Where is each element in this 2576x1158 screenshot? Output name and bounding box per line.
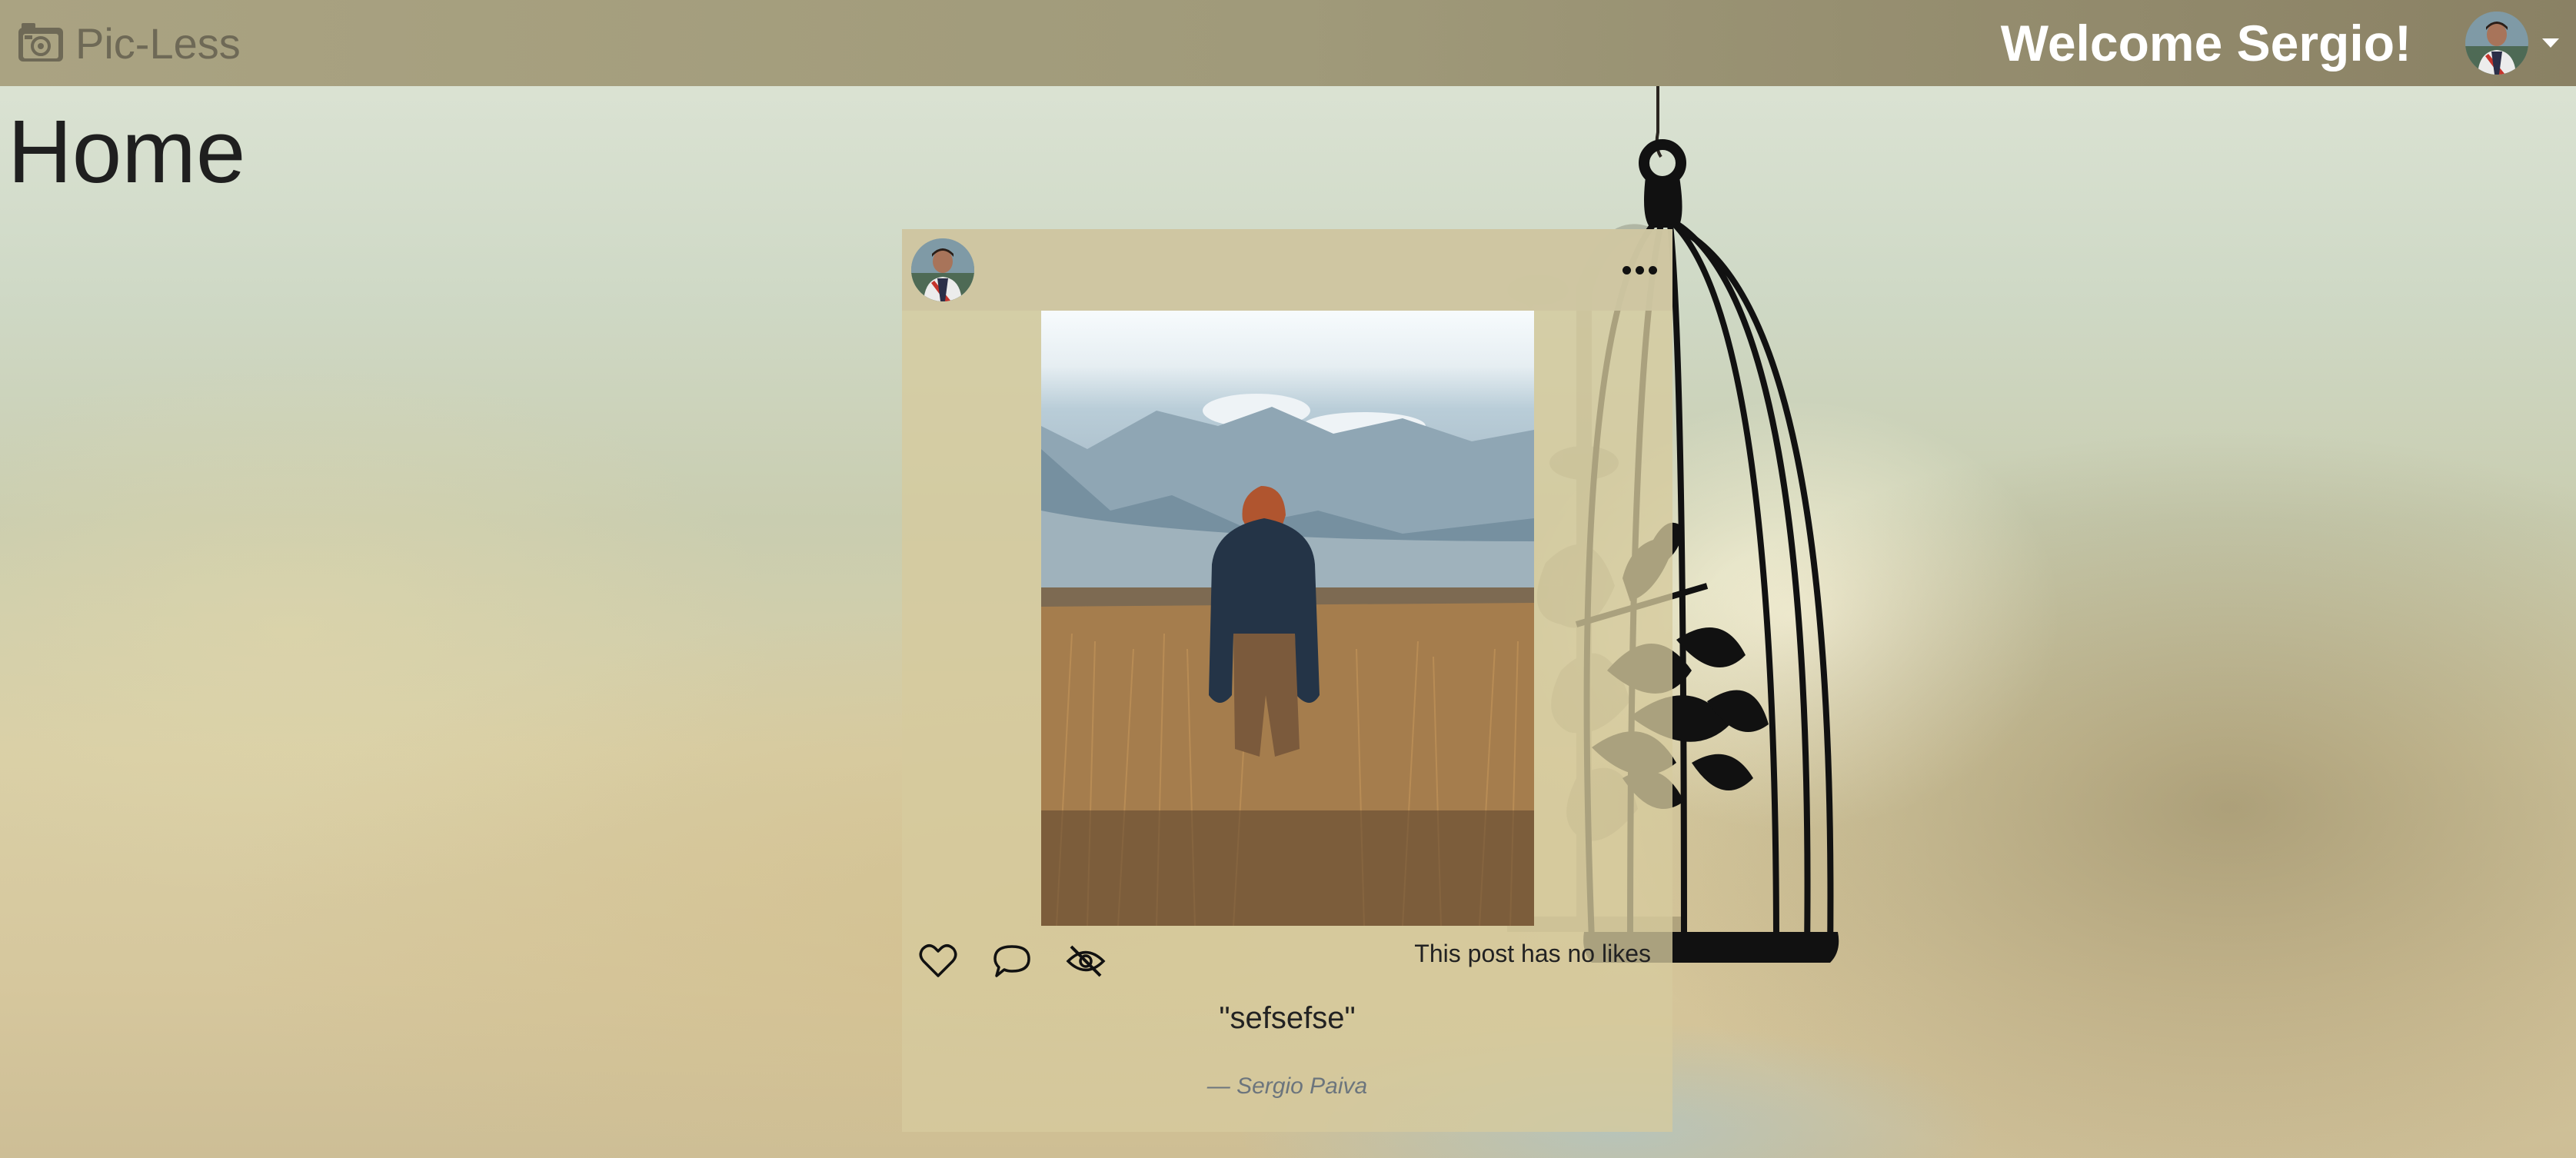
heart-icon[interactable] — [917, 940, 959, 982]
navbar: Pic-Less Welcome Sergio! — [0, 0, 2576, 86]
post-author: — Sergio Paiva — [1206, 1073, 1368, 1099]
post-card: This post has no likes "sefsefse" — Serg… — [902, 229, 1672, 1132]
post-author-avatar[interactable] — [911, 238, 974, 301]
more-horizontal-icon[interactable] — [1622, 265, 1657, 275]
welcome-message: Welcome Sergio! — [2000, 15, 2411, 72]
speech-bubble-icon[interactable] — [991, 940, 1033, 982]
page-title: Home — [8, 101, 246, 201]
user-menu-toggle[interactable] — [2465, 12, 2559, 75]
brand-name: Pic-Less — [75, 18, 241, 68]
eye-slash-icon[interactable] — [1065, 940, 1107, 982]
post-header — [902, 229, 1672, 311]
avatar[interactable] — [2465, 12, 2528, 75]
likes-count: This post has no likes — [1414, 940, 1651, 967]
caret-down-icon[interactable] — [2542, 38, 2559, 48]
post-caption: "sefsefse" — [1219, 1001, 1356, 1035]
post-image — [1041, 311, 1534, 926]
post-actions: This post has no likes — [902, 926, 1672, 997]
brand-link[interactable]: Pic-Less — [17, 18, 241, 68]
camera-icon — [17, 22, 65, 65]
